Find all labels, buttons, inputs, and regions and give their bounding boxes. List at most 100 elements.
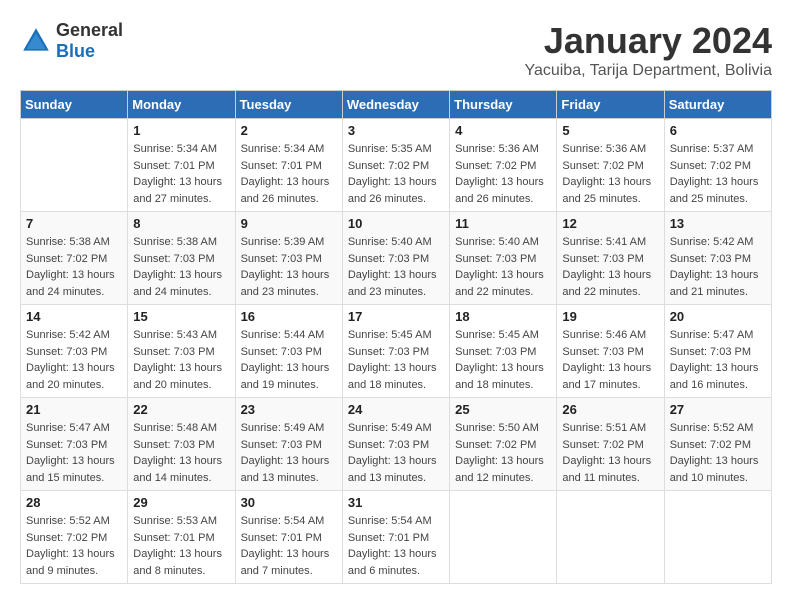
day-number: 17 <box>348 309 444 324</box>
day-info: Sunrise: 5:51 AMSunset: 7:02 PMDaylight:… <box>562 420 658 486</box>
month-title: January 2024 <box>524 20 772 62</box>
weekday-header-saturday: Saturday <box>664 91 771 119</box>
day-info: Sunrise: 5:45 AMSunset: 7:03 PMDaylight:… <box>348 327 444 393</box>
calendar-cell: 2 Sunrise: 5:34 AMSunset: 7:01 PMDaylight… <box>235 119 342 212</box>
calendar-cell: 18 Sunrise: 5:45 AMSunset: 7:03 PMDayligh… <box>450 305 557 398</box>
weekday-header-wednesday: Wednesday <box>342 91 449 119</box>
day-info: Sunrise: 5:47 AMSunset: 7:03 PMDaylight:… <box>670 327 766 393</box>
title-block: January 2024 Yacuiba, Tarija Department,… <box>524 20 772 80</box>
calendar-cell: 9Sunrise: 5:39 AMSunset: 7:03 PMDaylight… <box>235 212 342 305</box>
calendar-cell: 8 Sunrise: 5:38 AMSunset: 7:03 PMDaylight… <box>128 212 235 305</box>
day-number: 21 <box>26 402 122 417</box>
day-number: 15 <box>133 309 229 324</box>
day-number: 27 <box>670 402 766 417</box>
day-info: Sunrise: 5:46 AMSunset: 7:03 PMDaylight:… <box>562 327 658 393</box>
day-number: 29 <box>133 495 229 510</box>
location-subtitle: Yacuiba, Tarija Department, Bolivia <box>524 62 772 80</box>
calendar-cell: 27 Sunrise: 5:52 AMSunset: 7:02 PMDayligh… <box>664 398 771 491</box>
day-info: Sunrise: 5:49 AMSunset: 7:03 PMDaylight:… <box>348 420 444 486</box>
weekday-header-friday: Friday <box>557 91 664 119</box>
day-info: Sunrise: 5:53 AMSunset: 7:01 PMDaylight:… <box>133 513 229 579</box>
calendar-cell: 10 Sunrise: 5:40 AMSunset: 7:03 PMDayligh… <box>342 212 449 305</box>
calendar-cell <box>664 491 771 584</box>
calendar-cell <box>21 119 128 212</box>
calendar-cell: 21 Sunrise: 5:47 AMSunset: 7:03 PMDayligh… <box>21 398 128 491</box>
day-info: Sunrise: 5:52 AMSunset: 7:02 PMDaylight:… <box>26 513 122 579</box>
calendar-cell: 11Sunrise: 5:40 AMSunset: 7:03 PMDayligh… <box>450 212 557 305</box>
calendar-cell: 25 Sunrise: 5:50 AMSunset: 7:02 PMDayligh… <box>450 398 557 491</box>
logo: General Blue <box>20 20 123 62</box>
calendar-cell: 6 Sunrise: 5:37 AMSunset: 7:02 PMDaylight… <box>664 119 771 212</box>
day-info: Sunrise: 5:48 AMSunset: 7:03 PMDaylight:… <box>133 420 229 486</box>
day-number: 18 <box>455 309 551 324</box>
calendar-cell: 15 Sunrise: 5:43 AMSunset: 7:03 PMDayligh… <box>128 305 235 398</box>
day-number: 25 <box>455 402 551 417</box>
calendar-cell <box>557 491 664 584</box>
day-info: Sunrise: 5:34 AMSunset: 7:01 PMDaylight:… <box>133 141 229 207</box>
week-row-1: 1 Sunrise: 5:34 AMSunset: 7:01 PMDaylight… <box>21 119 772 212</box>
calendar-cell: 13Sunrise: 5:42 AMSunset: 7:03 PMDayligh… <box>664 212 771 305</box>
day-info: Sunrise: 5:38 AMSunset: 7:03 PMDaylight:… <box>133 234 229 300</box>
day-info: Sunrise: 5:54 AMSunset: 7:01 PMDaylight:… <box>241 513 337 579</box>
calendar-cell: 7 Sunrise: 5:38 AMSunset: 7:02 PMDaylight… <box>21 212 128 305</box>
day-info: Sunrise: 5:40 AMSunset: 7:03 PMDaylight:… <box>348 234 444 300</box>
day-info: Sunrise: 5:49 AMSunset: 7:03 PMDaylight:… <box>241 420 337 486</box>
weekday-header-thursday: Thursday <box>450 91 557 119</box>
page-header: General Blue January 2024 Yacuiba, Tarij… <box>20 20 772 80</box>
day-number: 19 <box>562 309 658 324</box>
day-info: Sunrise: 5:34 AMSunset: 7:01 PMDaylight:… <box>241 141 337 207</box>
day-number: 12 <box>562 216 658 231</box>
day-number: 8 <box>133 216 229 231</box>
calendar-cell: 28Sunrise: 5:52 AMSunset: 7:02 PMDayligh… <box>21 491 128 584</box>
calendar-cell: 3Sunrise: 5:35 AMSunset: 7:02 PMDaylight… <box>342 119 449 212</box>
day-number: 3 <box>348 123 444 138</box>
day-number: 6 <box>670 123 766 138</box>
calendar-cell: 4Sunrise: 5:36 AMSunset: 7:02 PMDaylight… <box>450 119 557 212</box>
day-number: 24 <box>348 402 444 417</box>
day-info: Sunrise: 5:37 AMSunset: 7:02 PMDaylight:… <box>670 141 766 207</box>
calendar-cell: 26 Sunrise: 5:51 AMSunset: 7:02 PMDayligh… <box>557 398 664 491</box>
day-number: 7 <box>26 216 122 231</box>
day-info: Sunrise: 5:42 AMSunset: 7:03 PMDaylight:… <box>26 327 122 393</box>
calendar-cell: 30 Sunrise: 5:54 AMSunset: 7:01 PMDayligh… <box>235 491 342 584</box>
day-info: Sunrise: 5:43 AMSunset: 7:03 PMDaylight:… <box>133 327 229 393</box>
day-info: Sunrise: 5:41 AMSunset: 7:03 PMDaylight:… <box>562 234 658 300</box>
calendar-cell: 19 Sunrise: 5:46 AMSunset: 7:03 PMDayligh… <box>557 305 664 398</box>
weekday-header-sunday: Sunday <box>21 91 128 119</box>
day-info: Sunrise: 5:40 AMSunset: 7:03 PMDaylight:… <box>455 234 551 300</box>
calendar-cell: 24 Sunrise: 5:49 AMSunset: 7:03 PMDayligh… <box>342 398 449 491</box>
day-info: Sunrise: 5:50 AMSunset: 7:02 PMDaylight:… <box>455 420 551 486</box>
calendar-cell: 1 Sunrise: 5:34 AMSunset: 7:01 PMDaylight… <box>128 119 235 212</box>
logo-general: General <box>56 20 123 40</box>
calendar-cell <box>450 491 557 584</box>
calendar-table: SundayMondayTuesdayWednesdayThursdayFrid… <box>20 90 772 584</box>
logo-blue: Blue <box>56 41 95 61</box>
day-info: Sunrise: 5:36 AMSunset: 7:02 PMDaylight:… <box>562 141 658 207</box>
day-info: Sunrise: 5:52 AMSunset: 7:02 PMDaylight:… <box>670 420 766 486</box>
day-number: 14 <box>26 309 122 324</box>
day-info: Sunrise: 5:38 AMSunset: 7:02 PMDaylight:… <box>26 234 122 300</box>
day-number: 23 <box>241 402 337 417</box>
week-row-3: 14 Sunrise: 5:42 AMSunset: 7:03 PMDayligh… <box>21 305 772 398</box>
calendar-cell: 20Sunrise: 5:47 AMSunset: 7:03 PMDayligh… <box>664 305 771 398</box>
day-info: Sunrise: 5:44 AMSunset: 7:03 PMDaylight:… <box>241 327 337 393</box>
day-number: 10 <box>348 216 444 231</box>
day-number: 26 <box>562 402 658 417</box>
day-info: Sunrise: 5:42 AMSunset: 7:03 PMDaylight:… <box>670 234 766 300</box>
day-number: 30 <box>241 495 337 510</box>
week-row-5: 28Sunrise: 5:52 AMSunset: 7:02 PMDayligh… <box>21 491 772 584</box>
day-info: Sunrise: 5:54 AMSunset: 7:01 PMDaylight:… <box>348 513 444 579</box>
calendar-cell: 17 Sunrise: 5:45 AMSunset: 7:03 PMDayligh… <box>342 305 449 398</box>
week-row-2: 7 Sunrise: 5:38 AMSunset: 7:02 PMDaylight… <box>21 212 772 305</box>
day-info: Sunrise: 5:45 AMSunset: 7:03 PMDaylight:… <box>455 327 551 393</box>
day-info: Sunrise: 5:36 AMSunset: 7:02 PMDaylight:… <box>455 141 551 207</box>
day-number: 2 <box>241 123 337 138</box>
calendar-cell: 5 Sunrise: 5:36 AMSunset: 7:02 PMDaylight… <box>557 119 664 212</box>
day-number: 5 <box>562 123 658 138</box>
day-number: 9 <box>241 216 337 231</box>
calendar-cell: 29 Sunrise: 5:53 AMSunset: 7:01 PMDayligh… <box>128 491 235 584</box>
day-info: Sunrise: 5:47 AMSunset: 7:03 PMDaylight:… <box>26 420 122 486</box>
calendar-cell: 22Sunrise: 5:48 AMSunset: 7:03 PMDayligh… <box>128 398 235 491</box>
day-number: 1 <box>133 123 229 138</box>
week-row-4: 21 Sunrise: 5:47 AMSunset: 7:03 PMDayligh… <box>21 398 772 491</box>
